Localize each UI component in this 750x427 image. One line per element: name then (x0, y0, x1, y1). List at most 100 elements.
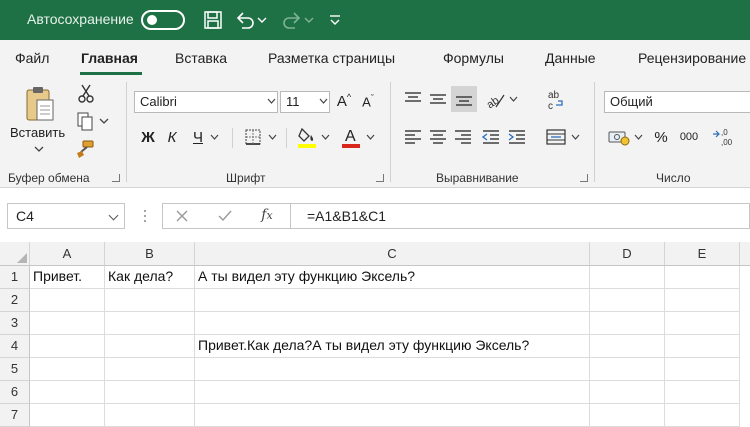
cell-b7[interactable] (105, 404, 195, 427)
cell-b2[interactable] (105, 289, 195, 312)
column-header-c[interactable]: C (195, 242, 590, 266)
tab-file[interactable]: Файл (15, 50, 49, 66)
save-icon[interactable] (201, 8, 225, 32)
align-bottom-icon[interactable] (451, 86, 477, 112)
font-name-select[interactable]: Calibri (134, 91, 278, 113)
tab-page-layout[interactable]: Разметка страницы (268, 50, 395, 66)
row-header-4[interactable]: 4 (0, 335, 30, 358)
align-center-icon[interactable] (427, 126, 449, 148)
number-format-select[interactable]: Общий (604, 91, 750, 113)
row-header-3[interactable]: 3 (0, 312, 30, 335)
orientation-icon[interactable]: ab (483, 88, 507, 110)
cell-a5[interactable] (30, 358, 105, 381)
formula-bar-grip-icon[interactable] (140, 206, 150, 226)
font-size-dropdown-icon[interactable] (318, 95, 328, 107)
italic-button[interactable]: К (162, 126, 182, 148)
cell-a7[interactable] (30, 404, 105, 427)
enter-icon[interactable] (215, 206, 235, 226)
align-top-icon[interactable] (402, 88, 424, 110)
merge-center-icon[interactable] (545, 126, 567, 148)
cell-e1[interactable] (665, 266, 740, 289)
row-header-2[interactable]: 2 (0, 289, 30, 312)
borders-dropdown-icon[interactable] (266, 131, 278, 143)
copy-dropdown-icon[interactable] (98, 116, 110, 126)
cell-b5[interactable] (105, 358, 195, 381)
cell-a1[interactable]: Привет. (30, 266, 105, 289)
decrease-indent-icon[interactable] (480, 126, 502, 148)
tab-formulas[interactable]: Формулы (443, 50, 504, 66)
format-painter-icon[interactable] (74, 138, 96, 160)
column-header-b[interactable]: B (105, 242, 195, 266)
cell-e3[interactable] (665, 312, 740, 335)
formula-input[interactable]: =A1&B1&C1 (290, 203, 750, 229)
cell-e7[interactable] (665, 404, 740, 427)
increase-font-size-icon[interactable]: A^ (334, 90, 354, 112)
merge-dropdown-icon[interactable] (569, 131, 581, 143)
row-header-1[interactable]: 1 (0, 266, 30, 289)
cell-c2[interactable] (195, 289, 590, 312)
align-left-icon[interactable] (402, 126, 424, 148)
alignment-launcher-icon[interactable] (580, 174, 588, 182)
cell-a4[interactable] (30, 335, 105, 358)
cell-e5[interactable] (665, 358, 740, 381)
paste-button-label[interactable]: Вставить (10, 125, 65, 140)
redo-dropdown-icon[interactable] (302, 8, 316, 32)
undo-icon[interactable] (233, 8, 257, 32)
decrease-font-size-icon[interactable]: Aˇ (358, 90, 378, 112)
align-middle-icon[interactable] (427, 88, 449, 110)
cell-a2[interactable] (30, 289, 105, 312)
cell-d4[interactable] (590, 335, 665, 358)
cell-d7[interactable] (590, 404, 665, 427)
column-header-f[interactable] (740, 242, 750, 266)
increase-indent-icon[interactable] (506, 126, 528, 148)
font-color-icon[interactable]: A (340, 124, 362, 150)
autosave-toggle[interactable] (141, 10, 185, 30)
cell-d2[interactable] (590, 289, 665, 312)
bold-button[interactable]: Ж (138, 126, 158, 148)
increase-decimal-icon[interactable]: ,0,00 (710, 124, 738, 150)
row-header-5[interactable]: 5 (0, 358, 30, 381)
cell-c4[interactable]: Привет.Как дела?А ты видел эту функцию Э… (195, 335, 590, 358)
cell-c5[interactable] (195, 358, 590, 381)
cell-e6[interactable] (665, 381, 740, 404)
row-header-6[interactable]: 6 (0, 381, 30, 404)
cell-c1[interactable]: А ты видел эту функцию Эксель? (195, 266, 590, 289)
cancel-icon[interactable] (172, 206, 192, 226)
font-name-dropdown-icon[interactable] (266, 95, 276, 107)
name-box-dropdown-icon[interactable] (108, 210, 119, 221)
cell-d3[interactable] (590, 312, 665, 335)
clipboard-launcher-icon[interactable] (112, 174, 120, 182)
customize-toolbar-icon[interactable] (323, 8, 347, 32)
tab-review[interactable]: Рецензирование (638, 50, 746, 66)
cell-d5[interactable] (590, 358, 665, 381)
cell-e4[interactable] (665, 335, 740, 358)
redo-icon[interactable] (280, 8, 304, 32)
cell-b6[interactable] (105, 381, 195, 404)
tab-insert[interactable]: Вставка (175, 50, 227, 66)
wrap-text-icon[interactable]: ab c (545, 88, 567, 112)
column-header-d[interactable]: D (590, 242, 665, 266)
comma-style-icon[interactable]: 000 (674, 126, 704, 148)
name-box[interactable]: C4 (7, 203, 125, 229)
cell-b3[interactable] (105, 312, 195, 335)
insert-function-icon[interactable]: fx (256, 205, 278, 225)
select-all-corner[interactable] (0, 242, 30, 266)
underline-dropdown-icon[interactable] (208, 131, 220, 143)
cell-b4[interactable] (105, 335, 195, 358)
cut-icon[interactable] (76, 82, 96, 104)
cell-d1[interactable] (590, 266, 665, 289)
borders-icon[interactable] (242, 126, 264, 148)
percent-style-icon[interactable]: % (650, 126, 672, 148)
cell-e2[interactable] (665, 289, 740, 312)
align-right-icon[interactable] (452, 126, 474, 148)
undo-dropdown-icon[interactable] (255, 8, 269, 32)
cell-c7[interactable] (195, 404, 590, 427)
tab-home[interactable]: Главная (81, 50, 138, 66)
font-color-dropdown-icon[interactable] (364, 131, 376, 143)
row-header-7[interactable]: 7 (0, 404, 30, 427)
accounting-dropdown-icon[interactable] (632, 131, 644, 143)
tab-data[interactable]: Данные (545, 50, 596, 66)
fill-color-icon[interactable] (296, 124, 318, 150)
cell-a6[interactable] (30, 381, 105, 404)
underline-button[interactable]: Ч (188, 126, 208, 148)
